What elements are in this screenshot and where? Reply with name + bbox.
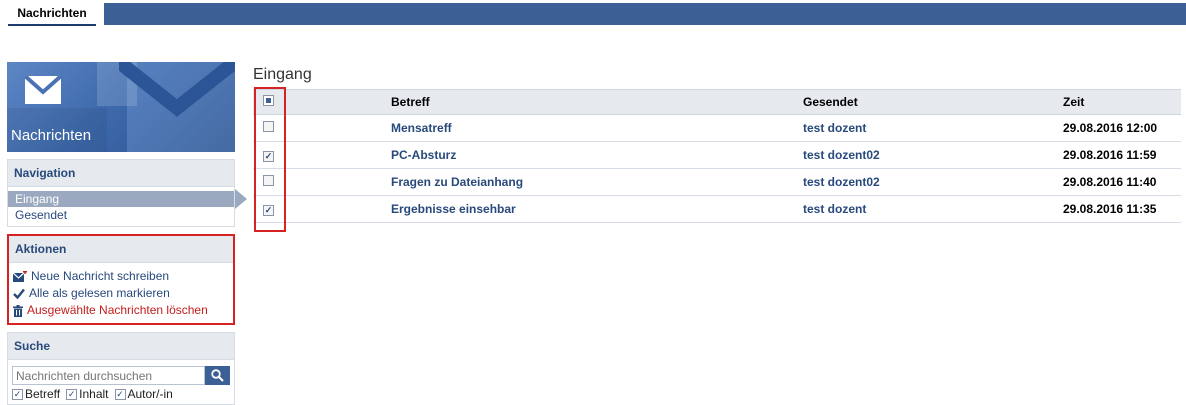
- page-title: Eingang: [253, 66, 312, 83]
- envelope-large-icon: [119, 62, 235, 117]
- filter-betreff[interactable]: ✓ Betreff: [12, 387, 60, 401]
- table-row[interactable]: Fragen zu Dateianhang test dozent02 29.0…: [253, 168, 1181, 196]
- delete-selected-label: Ausgewählte Nachrichten löschen: [27, 303, 208, 317]
- sidebar-title: Nachrichten: [11, 127, 92, 144]
- new-message-icon: [13, 271, 27, 282]
- navigation-heading: Navigation: [8, 160, 234, 187]
- column-header-gesendet[interactable]: Gesendet: [803, 89, 1063, 115]
- message-sender[interactable]: test dozent: [803, 195, 1063, 223]
- new-message-action[interactable]: Neue Nachricht schreiben: [9, 268, 233, 285]
- actions-heading: Aktionen: [9, 236, 233, 263]
- sidebar-item-eingang[interactable]: Eingang: [8, 189, 247, 209]
- filter-betreff-label: Betreff: [25, 387, 61, 401]
- filter-autor-label: Autor/-in: [127, 387, 173, 401]
- checkbox-highlight-box: [254, 87, 286, 232]
- message-subject[interactable]: Ergebnisse einsehbar: [391, 195, 803, 223]
- checkmark-icon: [13, 288, 25, 299]
- search-box: Suche ✓Betreff ✓Inhalt ✓Autor/-in: [7, 332, 235, 405]
- table-row[interactable]: Mensatreff test dozent 29.08.2016 12:00: [253, 114, 1181, 142]
- table-header-row: Betreff Gesendet Zeit: [253, 89, 1181, 115]
- message-table: Betreff Gesendet Zeit Mensatreff test do…: [253, 89, 1181, 223]
- sidebar: Nachrichten Navigation Eingang Gesendet …: [7, 62, 247, 405]
- top-bar: [104, 3, 1186, 25]
- tab-nachrichten[interactable]: Nachrichten: [0, 0, 104, 28]
- filter-inhalt[interactable]: ✓ Inhalt: [66, 387, 109, 401]
- message-time: 29.08.2016 11:59: [1063, 141, 1181, 169]
- filter-inhalt-checkbox[interactable]: ✓: [66, 389, 78, 401]
- sidebar-item-gesendet[interactable]: Gesendet: [8, 207, 234, 223]
- table-row[interactable]: ✓ Ergebnisse einsehbar test dozent 29.08…: [253, 195, 1181, 223]
- mark-all-read-action[interactable]: Alle als gelesen markieren: [9, 285, 233, 302]
- message-subject[interactable]: Mensatreff: [391, 114, 803, 142]
- delete-selected-action[interactable]: Ausgewählte Nachrichten löschen: [9, 302, 233, 319]
- navigation-box: Navigation Eingang Gesendet: [7, 159, 247, 227]
- search-button[interactable]: [205, 366, 230, 385]
- filter-autor-checkbox[interactable]: ✓: [114, 389, 126, 401]
- filter-betreff-checkbox[interactable]: ✓: [12, 389, 23, 401]
- message-sender[interactable]: test dozent: [803, 114, 1063, 142]
- mark-all-read-label: Alle als gelesen markieren: [29, 286, 170, 300]
- main-content: Eingang Betreff Gesendet Zeit Mensatreff…: [253, 66, 1181, 223]
- new-message-label: Neue Nachricht schreiben: [31, 269, 170, 283]
- message-sender[interactable]: test dozent02: [803, 141, 1063, 169]
- message-sender[interactable]: test dozent02: [803, 168, 1063, 196]
- filter-inhalt-label: Inhalt: [79, 387, 109, 401]
- message-time: 29.08.2016 11:40: [1063, 168, 1181, 196]
- actions-box: Aktionen Neue Nachricht schreiben Alle a…: [7, 234, 235, 325]
- table-row[interactable]: ✓ PC-Absturz test dozent02 29.08.2016 11…: [253, 141, 1181, 169]
- search-heading: Suche: [8, 333, 234, 360]
- envelope-icon: [25, 76, 61, 104]
- search-input[interactable]: [12, 366, 205, 385]
- trash-icon: [13, 304, 23, 317]
- sidebar-header-image: Nachrichten: [7, 62, 235, 152]
- filter-autor[interactable]: ✓ Autor/-in: [114, 387, 173, 401]
- message-subject[interactable]: Fragen zu Dateianhang: [391, 168, 803, 196]
- message-subject[interactable]: PC-Absturz: [391, 141, 803, 169]
- column-header-betreff[interactable]: Betreff: [391, 89, 803, 115]
- column-header-zeit[interactable]: Zeit: [1063, 89, 1181, 115]
- message-time: 29.08.2016 12:00: [1063, 114, 1181, 142]
- search-icon: [211, 369, 224, 382]
- message-time: 29.08.2016 11:35: [1063, 195, 1181, 223]
- top-navigation: Nachrichten: [0, 0, 1186, 28]
